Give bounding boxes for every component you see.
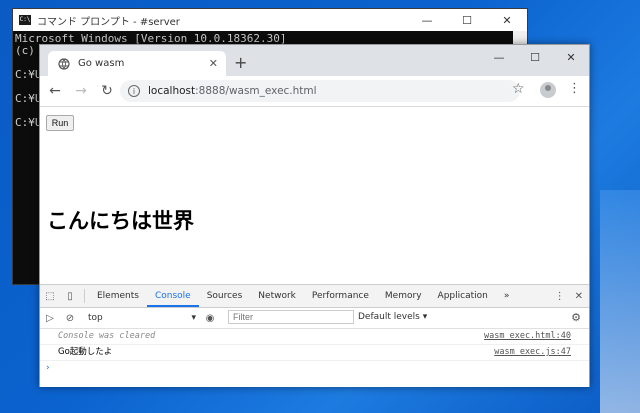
close-icon[interactable]: ✕ xyxy=(575,291,583,302)
browser-tab[interactable]: Go wasm ✕ xyxy=(48,51,226,76)
close-icon[interactable]: ✕ xyxy=(487,9,527,31)
minimize-icon[interactable]: — xyxy=(481,45,517,69)
device-icon[interactable]: ▯ xyxy=(60,291,80,302)
console-message: Go起動したよ wasm_exec.js:47 xyxy=(40,345,589,361)
gear-icon[interactable]: ⚙ xyxy=(571,311,581,324)
console-toolbar: ▷ ⊘ top ▾ ◉ Default levels ▾ ⚙ xyxy=(40,308,589,329)
context-value: top xyxy=(88,313,103,323)
browser-window[interactable]: Go wasm ✕ + — ☐ ✕ ← → ↻ i localhost:8888… xyxy=(39,44,590,387)
tab-console[interactable]: Console xyxy=(146,285,199,307)
plus-icon[interactable]: + xyxy=(234,53,247,72)
console-message: Console was cleared wasm_exec.html:40 xyxy=(40,329,589,345)
forward-icon[interactable]: → xyxy=(70,83,92,99)
cmd-title-bar[interactable]: C:\ コマンド プロンプト - #server — ☐ ✕ xyxy=(13,9,527,31)
context-selector[interactable]: top ▾ xyxy=(88,313,196,323)
url-host: localhost xyxy=(148,85,196,97)
divider xyxy=(84,289,85,303)
avatar-icon[interactable] xyxy=(540,82,556,98)
address-bar[interactable]: i localhost:8888/wasm_exec.html xyxy=(120,80,520,102)
star-icon[interactable]: ☆ xyxy=(512,81,525,97)
chevron-down-icon: ▾ xyxy=(191,313,196,323)
page-content: Run こんにちは世界 xyxy=(40,107,589,284)
kebab-icon[interactable]: ⋮ xyxy=(555,291,565,302)
tab-memory[interactable]: Memory xyxy=(377,285,430,307)
minimize-icon[interactable]: — xyxy=(407,9,447,31)
filter-input[interactable] xyxy=(228,310,354,324)
kebab-icon[interactable]: ⋮ xyxy=(568,81,581,96)
more-tabs-button[interactable]: » xyxy=(496,285,518,307)
close-icon[interactable]: ✕ xyxy=(553,45,589,69)
log-levels-dropdown[interactable]: Default levels ▾ xyxy=(358,312,427,322)
inspect-icon[interactable]: ⬚ xyxy=(40,291,60,302)
back-icon[interactable]: ← xyxy=(44,83,66,99)
run-button[interactable]: Run xyxy=(46,115,74,131)
tab-strip: Go wasm ✕ + — ☐ ✕ xyxy=(40,45,589,76)
devtools-panel: ⬚ ▯ Elements Console Sources Network Per… xyxy=(40,284,589,387)
close-icon[interactable]: ✕ xyxy=(209,57,218,70)
reload-icon[interactable]: ↻ xyxy=(96,83,118,99)
devtools-tabbar: ⬚ ▯ Elements Console Sources Network Per… xyxy=(40,285,589,308)
cmd-icon: C:\ xyxy=(19,15,31,25)
tab-application[interactable]: Application xyxy=(430,285,496,307)
desktop-glow xyxy=(600,190,640,413)
maximize-icon[interactable]: ☐ xyxy=(447,9,487,31)
cmd-title: コマンド プロンプト - #server xyxy=(37,16,180,28)
globe-icon xyxy=(58,57,70,70)
browser-toolbar: ← → ↻ i localhost:8888/wasm_exec.html ☆ … xyxy=(40,76,589,107)
tab-title: Go wasm xyxy=(78,58,125,69)
source-link[interactable]: wasm_exec.html:40 xyxy=(484,329,571,344)
clear-console-icon[interactable]: ⊘ xyxy=(60,313,80,324)
page-heading: こんにちは世界 xyxy=(47,209,194,233)
tab-performance[interactable]: Performance xyxy=(304,285,377,307)
info-icon[interactable]: i xyxy=(128,85,140,97)
url-path: :8888/wasm_exec.html xyxy=(195,85,317,97)
tab-elements[interactable]: Elements xyxy=(89,285,147,307)
console-message-text: Console was cleared xyxy=(58,331,156,341)
tab-network[interactable]: Network xyxy=(250,285,304,307)
eye-icon[interactable]: ◉ xyxy=(200,313,220,324)
sidebar-toggle-icon[interactable]: ▷ xyxy=(40,313,60,324)
tab-sources[interactable]: Sources xyxy=(199,285,251,307)
console-message-text: Go起動したよ xyxy=(58,347,113,357)
maximize-icon[interactable]: ☐ xyxy=(517,45,553,69)
source-link[interactable]: wasm_exec.js:47 xyxy=(494,345,571,360)
console-prompt[interactable]: › xyxy=(40,361,589,375)
